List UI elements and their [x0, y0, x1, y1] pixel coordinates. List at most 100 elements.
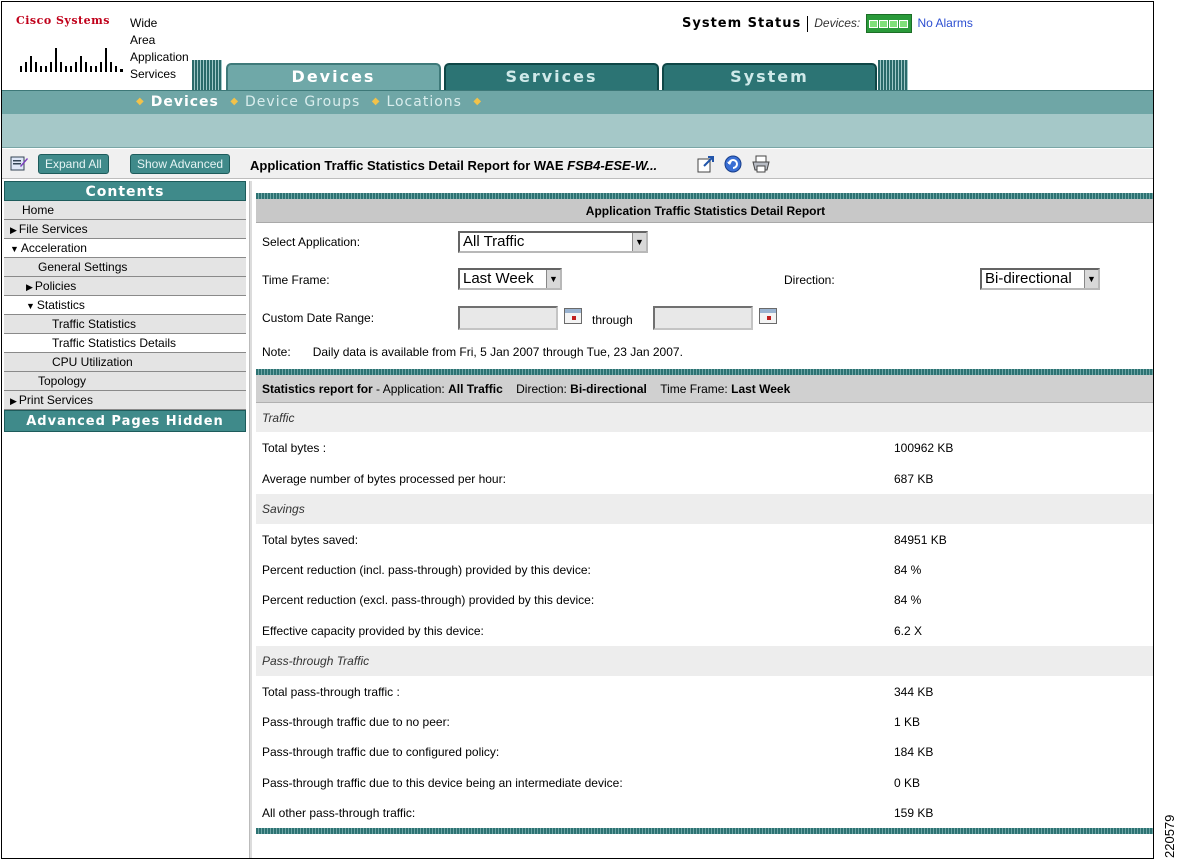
tab-decoration [192, 60, 222, 91]
product-line: Wide [130, 16, 158, 30]
note-row: Note: Daily data is available from Fri, 5… [256, 337, 1153, 369]
cisco-logo[interactable]: Cisco Systems [16, 14, 124, 80]
table-row: Effective capacity provided by this devi… [256, 616, 1153, 647]
row-label: Average number of bytes processed per ho… [262, 471, 506, 486]
subnav-device-groups[interactable]: Device Groups [245, 94, 360, 110]
sub-navigation: ◆ Devices ◆ Device Groups ◆ Locations ◆ [2, 90, 1153, 114]
collapsed-icon[interactable]: ▶ [10, 396, 17, 406]
sidebar-item[interactable]: CPU Utilization [4, 353, 246, 372]
select-application-label: Select Application: [262, 235, 361, 249]
sidebar-item[interactable]: Traffic Statistics [4, 315, 246, 334]
pane-divider[interactable] [249, 181, 252, 858]
chevron-down-icon[interactable]: ▼ [546, 270, 560, 288]
select-application-dropdown[interactable]: All Traffic ▼ [458, 231, 648, 253]
calendar-icon[interactable] [564, 308, 582, 324]
stats-dir-label: Direction: [516, 382, 567, 396]
advanced-pages-hidden: Advanced Pages Hidden [4, 410, 246, 432]
sidebar-item[interactable]: ▶ File Services [4, 220, 246, 239]
device-status-leds-icon[interactable] [865, 14, 912, 33]
print-icon[interactable] [751, 154, 771, 174]
stats-app-label: - Application: [376, 382, 445, 396]
sidebar-item[interactable]: Traffic Statistics Details [4, 334, 246, 353]
row-value: 100962 KB [894, 441, 954, 456]
row-value: 687 KB [894, 471, 934, 486]
product-line: Area [130, 33, 156, 47]
subnav-locations[interactable]: Locations [386, 94, 462, 110]
row-label: Pass-through traffic due to this device … [262, 775, 623, 790]
note-text: Daily data is available from Fri, 5 Jan … [312, 345, 683, 359]
bullet-icon: ◆ [473, 96, 483, 107]
sidebar-item[interactable]: General Settings [4, 258, 246, 277]
sidebar-item-label: CPU Utilization [52, 355, 133, 369]
alarms-link[interactable]: No Alarms [918, 16, 973, 30]
tab-services[interactable]: Services [444, 63, 659, 91]
row-label: Pass-through Traffic [262, 654, 370, 669]
edit-properties-icon[interactable] [10, 154, 28, 172]
row-label: Total pass-through traffic : [262, 684, 400, 699]
subnav-devices[interactable]: Devices [151, 94, 219, 110]
row-label: Pass-through traffic due to configured p… [262, 745, 500, 760]
stats-tf-value: Last Week [731, 382, 791, 396]
sidebar-item-label: Traffic Statistics Details [52, 336, 177, 350]
table-row: Average number of bytes processed per ho… [256, 464, 1153, 495]
sidebar-item[interactable]: Home [4, 201, 246, 220]
category-row: Traffic [256, 403, 1153, 434]
sidebar-item-label: Traffic Statistics [52, 317, 137, 331]
calendar-icon[interactable] [759, 308, 777, 324]
time-frame-value: Last Week [463, 270, 534, 287]
report-panel: Application Traffic Statistics Detail Re… [256, 193, 1153, 835]
row-label: All other pass-through traffic: [262, 806, 416, 821]
row-value: 0 KB [894, 775, 921, 790]
toolbar: Expand All Show Advanced Application Tra… [2, 149, 1153, 179]
chevron-down-icon[interactable]: ▼ [1084, 270, 1098, 288]
show-advanced-button[interactable]: Show Advanced [130, 154, 231, 174]
report-section-title: Application Traffic Statistics Detail Re… [256, 199, 1153, 223]
system-status-label: System Status [682, 15, 802, 31]
stripe-divider [256, 828, 1153, 835]
refresh-icon[interactable] [723, 154, 743, 174]
stats-dir-value: Bi-directional [570, 382, 647, 396]
export-icon[interactable] [696, 154, 716, 174]
cisco-bars-icon [20, 48, 123, 72]
sidebar-item[interactable]: ▼ Statistics [4, 296, 246, 315]
chevron-down-icon[interactable]: ▼ [632, 233, 646, 251]
sidebar-item[interactable]: Topology [4, 372, 246, 391]
tab-devices[interactable]: Devices [226, 63, 441, 91]
report-title-prefix: Application Traffic Statistics Detail Re… [250, 158, 564, 173]
custom-date-range-label: Custom Date Range: [262, 311, 375, 325]
expanded-icon[interactable]: ▼ [10, 244, 19, 254]
stats-header-prefix: Statistics report for [262, 382, 373, 396]
end-date-input[interactable] [653, 306, 753, 330]
table-row: Percent reduction (incl. pass-through) p… [256, 555, 1153, 586]
start-date-input[interactable] [458, 306, 558, 330]
divider [807, 15, 809, 32]
collapsed-icon[interactable]: ▶ [26, 282, 33, 292]
custom-date-range-row: Custom Date Range: through [256, 299, 1153, 337]
row-value: 159 KB [894, 806, 934, 821]
sidebar-item-label: Topology [38, 374, 87, 388]
time-frame-dropdown[interactable]: Last Week ▼ [458, 268, 562, 290]
row-value: 344 KB [894, 684, 934, 699]
row-label: Effective capacity provided by this devi… [262, 623, 484, 638]
expand-all-button[interactable]: Expand All [38, 154, 109, 174]
table-row: All other pass-through traffic: 159 KB [256, 798, 1153, 829]
sidebar-item[interactable]: ▶ Print Services [4, 391, 246, 410]
expanded-icon[interactable]: ▼ [26, 301, 35, 311]
device-name: FSB4-ESE-W... [567, 158, 658, 173]
through-label: through [592, 313, 633, 327]
direction-dropdown[interactable]: Bi-directional ▼ [980, 268, 1100, 290]
report-title: Application Traffic Statistics Detail Re… [250, 158, 657, 173]
table-row: Pass-through traffic due to this device … [256, 768, 1153, 799]
tab-system[interactable]: System [662, 63, 877, 91]
note-label: Note: [262, 345, 291, 359]
sidebar-item-label: File Services [18, 222, 88, 236]
row-value: 84951 KB [894, 532, 947, 547]
collapsed-icon[interactable]: ▶ [10, 225, 17, 235]
sidebar-item[interactable]: ▶ Policies [4, 277, 246, 296]
bullet-icon: ◆ [136, 96, 145, 107]
toolbar-actions [696, 154, 775, 174]
sidebar-item[interactable]: ▼ Acceleration [4, 239, 246, 258]
table-row: Percent reduction (excl. pass-through) p… [256, 585, 1153, 616]
system-status: System Status Devices: No Alarms [682, 14, 973, 33]
table-row: Total bytes : 100962 KB [256, 433, 1153, 464]
